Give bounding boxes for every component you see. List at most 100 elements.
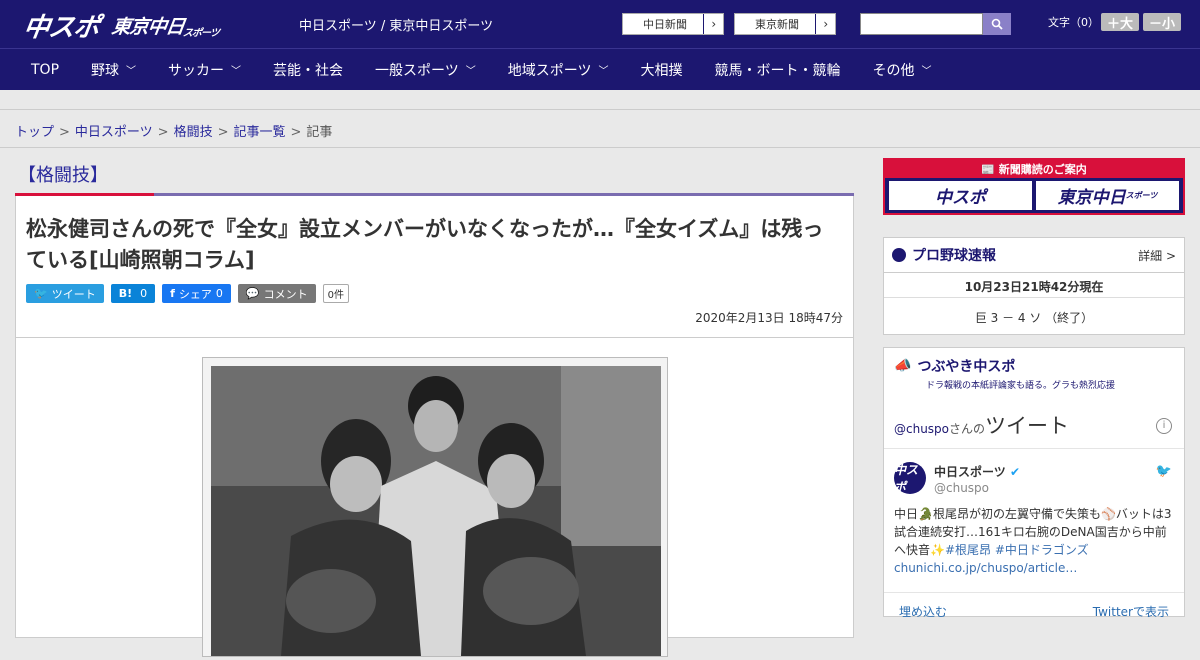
subscription-buttons: 中スポ 東京中日 スポーツ [885, 178, 1183, 213]
tokyo-shimbun-button[interactable]: 東京新聞 › [734, 13, 836, 35]
nav-item-local-sports[interactable]: 地域スポーツ ﹀ [508, 60, 609, 80]
nav-label: 競馬・ボート・競輪 [714, 62, 841, 79]
breadcrumb: トップ > 中日スポーツ > 格闘技 > 記事一覧 > 記事 [0, 110, 1200, 148]
top-header: 中スポ 東京中日スポーツ 中日スポーツ / 東京中日スポーツ 中日新聞 › 東京… [0, 0, 1200, 48]
breadcrumb-separator: > [59, 125, 70, 140]
tweets-heading: @chuspoさんのツイート [894, 410, 1069, 440]
facebook-share-button[interactable]: f シェア 0 [162, 284, 231, 303]
tweets-handle[interactable]: @chuspo [894, 422, 949, 436]
baseball-card-header: プロ野球速報 詳細 > [884, 238, 1184, 273]
baseball-score[interactable]: 巨 3 － 4 ソ （終了） [884, 298, 1184, 334]
tweet-text: 中日🐊根尾昂が初の左翼守備で失策も⚾バットは3試合連続安打…161キロ右腕のDe… [894, 505, 1176, 577]
twitter-widget-footer: 埋め込む Twitterで表示 [884, 592, 1184, 619]
subscription-header: 📰 新聞購読のご案内 [885, 158, 1183, 178]
chunichi-shimbun-label: 中日新聞 [643, 18, 687, 31]
font-size-label: 文字（0） [1048, 16, 1099, 29]
baseball-icon [892, 248, 906, 262]
hatena-count: 0 [140, 287, 148, 300]
tweet-hashtags[interactable]: #根尾昂 #中日ドラゴンズ [945, 543, 1089, 557]
breadcrumb-separator: > [217, 125, 229, 140]
comment-bubble-icon: 💬 [245, 287, 260, 300]
chevron-right-icon: › [703, 14, 723, 34]
nav-label: 地域スポーツ [507, 62, 592, 79]
nav-label: その他 [872, 62, 915, 79]
baseball-score-card: プロ野球速報 詳細 > 10月23日21時42分現在 巨 3 － 4 ソ （終了… [883, 237, 1185, 335]
search-input[interactable] [860, 13, 983, 35]
tweet-author-handle[interactable]: @chuspo [934, 481, 989, 495]
nav-item-other[interactable]: その他 ﹀ [872, 60, 931, 80]
newspaper-icon: 📰 [981, 163, 999, 176]
article-title: 松永健司さんの死で『全女』設立メンバーがいなくなったが…『全女イズム』は残ってい… [26, 217, 824, 272]
font-smaller-button[interactable]: －小 [1143, 13, 1182, 32]
photo-placeholder-graphic [211, 366, 661, 656]
facebook-icon: f [170, 287, 175, 300]
avatar[interactable]: 中スポ [894, 462, 926, 494]
subscribe-tokyo-button[interactable]: 東京中日 スポーツ [1036, 181, 1179, 210]
twitter-widget-header: 📣 つぶやき中スポ ドラ報戦の本紙評論家も語る。グラも熱烈応援 [884, 348, 1184, 396]
nav-item-baseball[interactable]: 野球 ﹀ [91, 60, 136, 80]
facebook-count: 0 [215, 287, 223, 300]
hatena-button[interactable]: B! 0 [110, 284, 156, 303]
info-icon[interactable]: i [1156, 418, 1172, 434]
article-photo[interactable] [211, 366, 661, 656]
view-on-twitter-link[interactable]: Twitterで表示 [1093, 603, 1169, 619]
breadcrumb-current: 記事 [306, 125, 333, 140]
nav-label: 芸能・社会 [273, 62, 344, 79]
facebook-share-label: シェア [178, 287, 212, 301]
hatena-icon: B! [118, 287, 133, 300]
share-buttons: 🐦 ツイート B! 0 f シェア 0 💬 コメント 0件 [26, 284, 843, 303]
breadcrumb-martial-arts[interactable]: 格闘技 [174, 125, 213, 140]
subscription-box: 📰 新聞購読のご案内 中スポ 東京中日 スポーツ [883, 158, 1185, 215]
nav-item-racing[interactable]: 競馬・ボート・競輪 [714, 60, 840, 80]
main-nav: TOP 野球 ﹀ サッカー ﹀ 芸能・社会 一般スポーツ ﹀ 地域スポーツ ﹀ 大相撲 … [0, 48, 1200, 90]
divider [884, 448, 1184, 449]
chevron-down-icon: ﹀ [921, 66, 932, 77]
article-photo-area [15, 338, 854, 657]
chevron-down-icon: ﹀ [465, 66, 476, 77]
font-bigger-button[interactable]: ＋大 [1101, 13, 1140, 32]
search-icon [991, 18, 1003, 30]
baseball-card-title: プロ野球速報 [912, 248, 996, 264]
comment-button[interactable]: 💬 コメント [237, 284, 316, 303]
breadcrumb-article-list[interactable]: 記事一覧 [234, 125, 286, 140]
baseball-details-link[interactable]: 詳細 > [1138, 247, 1176, 264]
nav-item-entertainment[interactable]: 芸能・社会 [273, 60, 343, 80]
subscribe-tokyo-label: 東京中日 [1057, 188, 1126, 208]
nav-item-sumo[interactable]: 大相撲 [640, 60, 682, 80]
nav-label: 野球 [91, 62, 120, 79]
breadcrumb-top[interactable]: トップ [15, 125, 54, 140]
chevron-down-icon: ﹀ [126, 66, 137, 77]
twitter-widget-title: つぶやき中スポ [917, 359, 1016, 375]
sidebar: 📰 新聞購読のご案内 中スポ 東京中日 スポーツ プロ野球速報 詳細 > 10月2… [883, 158, 1185, 619]
tweets-handle-suffix: さんの [949, 422, 986, 436]
twitter-widget: 📣 つぶやき中スポ ドラ報戦の本紙評論家も語る。グラも熱烈応援 @chuspoさん… [883, 347, 1185, 619]
tweet-label: ツイート [51, 287, 96, 301]
subscribe-chuspo-button[interactable]: 中スポ [889, 181, 1032, 210]
tweet-link[interactable]: chunichi.co.jp/chuspo/article… [894, 561, 1077, 575]
sub-bar [0, 90, 1200, 110]
nav-item-general-sports[interactable]: 一般スポーツ ﹀ [375, 60, 476, 80]
twitter-widget-subtitle: ドラ報戦の本紙評論家も語る。グラも熱烈応援 [926, 381, 1116, 391]
twitter-bird-icon[interactable]: 🐦 [1156, 464, 1172, 479]
chuspo-logo[interactable]: 中スポ [21, 7, 101, 44]
comment-label: コメント [263, 287, 308, 301]
nav-item-top[interactable]: TOP [31, 62, 59, 78]
breadcrumb-chunichi-sports[interactable]: 中日スポーツ [75, 125, 153, 140]
site-links[interactable]: 中日スポーツ / 東京中日スポーツ [299, 15, 493, 34]
verified-badge-icon: ✔ [1009, 465, 1021, 479]
tokyo-shimbun-label: 東京新聞 [755, 18, 799, 31]
tokyo-chunichi-logo[interactable]: 東京中日スポーツ [110, 12, 222, 39]
nav-item-soccer[interactable]: サッカー ﹀ [168, 60, 241, 80]
subscription-header-text: 新聞購読のご案内 [998, 163, 1087, 176]
tokyo-logo-small: スポーツ [182, 28, 220, 39]
search-button[interactable] [983, 13, 1011, 35]
chevron-down-icon: ﹀ [598, 66, 609, 77]
tweet-author-name[interactable]: 中日スポーツ ✔ [934, 463, 1020, 480]
chevron-down-icon: ﹀ [231, 66, 242, 77]
tokyo-logo-text: 東京中日 [110, 16, 186, 38]
chevron-right-icon: › [815, 14, 835, 34]
tweet-button[interactable]: 🐦 ツイート [26, 284, 104, 303]
embed-link[interactable]: 埋め込む [899, 603, 947, 619]
article-header: 松永健司さんの死で『全女』設立メンバーがいなくなったが…『全女イズム』は残ってい… [15, 196, 854, 338]
chunichi-shimbun-button[interactable]: 中日新聞 › [622, 13, 724, 35]
